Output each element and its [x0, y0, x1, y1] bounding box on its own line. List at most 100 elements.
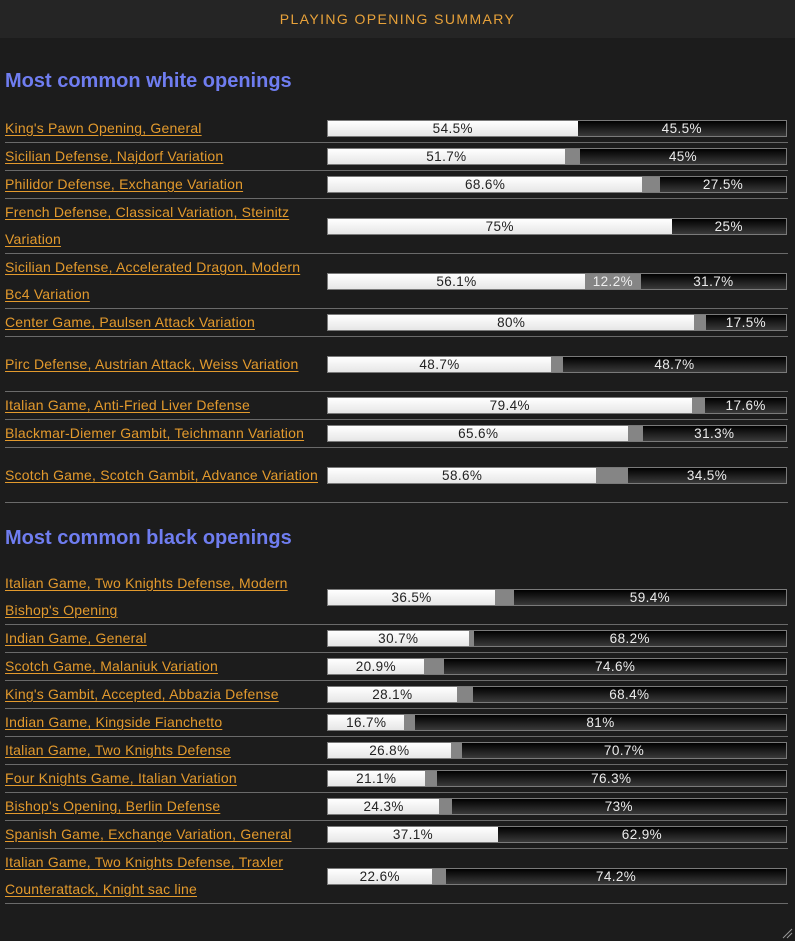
draws-segment [424, 771, 437, 786]
opening-link[interactable]: Blackmar-Diemer Gambit, Teichmann Variat… [5, 425, 304, 441]
white-wins-segment: 24.3% [328, 799, 440, 814]
opening-name-cell: Indian Game, General [5, 625, 327, 652]
black-openings-heading: Most common black openings [5, 527, 292, 549]
white-wins-segment: 30.7% [328, 631, 469, 646]
result-bar: 28.1% 68.4% [327, 686, 787, 703]
opening-link[interactable]: Center Game, Paulsen Attack Variation [5, 314, 255, 330]
opening-link[interactable]: Sicilian Defense, Accelerated Dragon, Mo… [5, 259, 300, 302]
result-bar: 54.5% 45.5% [327, 120, 787, 137]
draws-segment [495, 589, 514, 605]
result-bar: 26.8% 70.7% [327, 742, 787, 759]
opening-link[interactable]: Philidor Defense, Exchange Variation [5, 176, 243, 192]
black-wins-segment: 59.4% [513, 589, 786, 605]
opening-name-cell: Sicilian Defense, Najdorf Variation [5, 143, 327, 170]
opening-name-cell: Four Knights Game, Italian Variation [5, 765, 327, 792]
black-wins-segment: 76.3% [436, 771, 786, 786]
resize-grip-icon[interactable] [781, 927, 793, 939]
opening-name-cell: Pirc Defense, Austrian Attack, Weiss Var… [5, 351, 327, 378]
opening-name-cell: King's Gambit, Accepted, Abbazia Defense [5, 681, 327, 708]
opening-link[interactable]: Pirc Defense, Austrian Attack, Weiss Var… [5, 356, 298, 372]
black-wins-segment: 73% [451, 799, 786, 814]
opening-name-cell: Sicilian Defense, Accelerated Dragon, Mo… [5, 254, 327, 308]
opening-name-cell: Italian Game, Two Knights Defense [5, 737, 327, 764]
draws-segment [551, 356, 563, 372]
draws-segment [691, 398, 706, 413]
opening-name-cell: Italian Game, Two Knights Defense, Moder… [5, 570, 327, 624]
opening-link[interactable]: Indian Game, General [5, 630, 147, 646]
opening-row: Pirc Defense, Austrian Attack, Weiss Var… [5, 337, 788, 392]
white-wins-segment: 79.4% [328, 398, 692, 413]
black-wins-segment: 45.5% [577, 121, 786, 136]
opening-name-cell: Philidor Defense, Exchange Variation [5, 171, 327, 198]
opening-name-cell: French Defense, Classical Variation, Ste… [5, 199, 327, 253]
black-wins-segment: 31.7% [640, 273, 786, 289]
opening-link[interactable]: Scotch Game, Malaniuk Variation [5, 658, 218, 674]
opening-link[interactable]: Scotch Game, Scotch Gambit, Advance Vari… [5, 467, 318, 483]
opening-link[interactable]: Bishop's Opening, Berlin Defense [5, 798, 220, 814]
opening-row: Italian Game, Two Knights Defense, Traxl… [5, 849, 788, 904]
opening-row: Italian Game, Two Knights Defense 26.8% 70… [5, 737, 788, 765]
opening-row: Spanish Game, Exchange Variation, Genera… [5, 821, 788, 849]
black-wins-segment: 25% [671, 218, 786, 234]
opening-link[interactable]: Spanish Game, Exchange Variation, Genera… [5, 826, 292, 842]
summary-header: PLAYING OPENING SUMMARY [0, 0, 795, 38]
opening-link[interactable]: King's Pawn Opening, General [5, 120, 202, 136]
draws-segment [642, 177, 661, 192]
white-wins-segment: 16.7% [328, 715, 405, 730]
opening-name-cell: Scotch Game, Scotch Gambit, Advance Vari… [5, 462, 327, 489]
opening-link[interactable]: King's Gambit, Accepted, Abbazia Defense [5, 686, 279, 702]
black-wins-segment: 27.5% [660, 177, 786, 192]
white-openings-heading: Most common white openings [5, 70, 292, 92]
black-wins-segment: 70.7% [462, 743, 786, 758]
draws-segment: 12.2% [584, 273, 641, 289]
opening-row: Indian Game, Kingside Fianchetto 16.7% 81% [5, 709, 788, 737]
result-bar: 22.6% 74.2% [327, 867, 787, 885]
opening-row: Sicilian Defense, Accelerated Dragon, Mo… [5, 254, 788, 309]
white-wins-segment: 68.6% [328, 177, 643, 192]
result-bar: 20.9% 74.6% [327, 658, 787, 675]
opening-row: Italian Game, Two Knights Defense, Moder… [5, 570, 788, 625]
opening-link[interactable]: Italian Game, Two Knights Defense, Traxl… [5, 854, 283, 897]
result-bar: 80% 17.5% [327, 314, 787, 331]
result-bar: 21.1% 76.3% [327, 770, 787, 787]
opening-link[interactable]: Italian Game, Two Knights Defense, Moder… [5, 575, 288, 618]
summary-content: Most common white openings King's Pawn O… [0, 38, 795, 904]
opening-row: Center Game, Paulsen Attack Variation 80%… [5, 309, 788, 337]
result-bar: 48.7% 48.7% [327, 355, 787, 373]
opening-link[interactable]: Italian Game, Anti-Fried Liver Defense [5, 397, 250, 413]
opening-link[interactable]: Indian Game, Kingside Fianchetto [5, 714, 222, 730]
draws-segment [456, 687, 473, 702]
draws-segment [564, 149, 580, 164]
opening-link[interactable]: Four Knights Game, Italian Variation [5, 770, 237, 786]
opening-link[interactable]: Sicilian Defense, Najdorf Variation [5, 148, 223, 164]
opening-link[interactable]: Italian Game, Two Knights Defense [5, 742, 231, 758]
opening-row: Italian Game, Anti-Fried Liver Defense 79… [5, 392, 788, 420]
opening-name-cell: Indian Game, Kingside Fianchetto [5, 709, 327, 736]
result-bar: 58.6% 34.5% [327, 466, 787, 484]
result-bar: 68.6% 27.5% [327, 176, 787, 193]
result-bar: 36.5% 59.4% [327, 588, 787, 606]
draws-segment [423, 659, 445, 674]
result-bar: 75% 25% [327, 217, 787, 235]
result-bar: 79.4% 17.6% [327, 397, 787, 414]
white-wins-segment: 54.5% [328, 121, 578, 136]
white-openings-list: King's Pawn Opening, General 54.5% 45.5% Si… [5, 115, 788, 503]
black-openings-list: Italian Game, Two Knights Defense, Moder… [5, 570, 788, 904]
opening-link[interactable]: French Defense, Classical Variation, Ste… [5, 204, 289, 247]
draws-segment [431, 868, 447, 884]
draws-segment [694, 315, 706, 330]
black-wins-segment: 68.4% [472, 687, 786, 702]
opening-row: Four Knights Game, Italian Variation 21.1… [5, 765, 788, 793]
white-wins-segment: 65.6% [328, 426, 629, 441]
opening-row: Blackmar-Diemer Gambit, Teichmann Variat… [5, 420, 788, 448]
opening-name-cell: Italian Game, Anti-Fried Liver Defense [5, 392, 327, 419]
black-wins-segment: 68.2% [473, 631, 786, 646]
opening-name-cell: Italian Game, Two Knights Defense, Traxl… [5, 849, 327, 903]
black-wins-segment: 74.2% [446, 868, 786, 884]
opening-name-cell: Scotch Game, Malaniuk Variation [5, 653, 327, 680]
draws-segment [628, 426, 643, 441]
result-bar: 37.1% 62.9% [327, 826, 787, 843]
white-wins-segment: 26.8% [328, 743, 451, 758]
white-wins-segment: 51.7% [328, 149, 565, 164]
draws-segment [596, 467, 628, 483]
